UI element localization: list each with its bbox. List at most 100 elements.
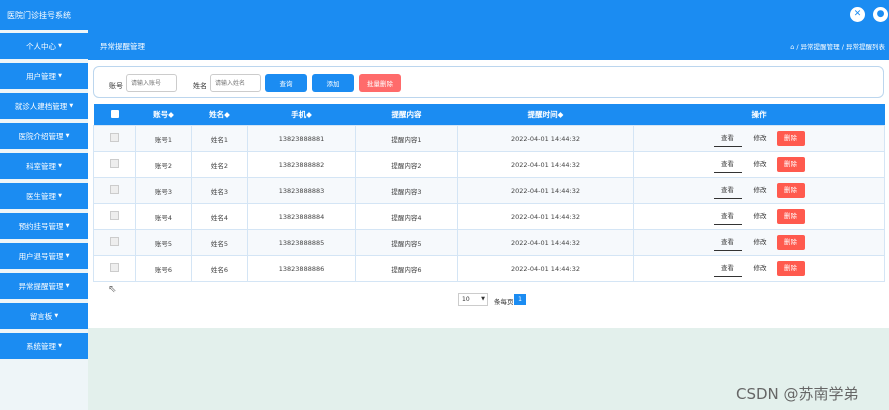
column-header-actions: 操作 xyxy=(633,104,885,126)
sidebar-item-label: 用户管理 xyxy=(26,71,57,81)
view-button[interactable]: 查看 xyxy=(713,209,742,225)
table-row: 账号5 姓名5 13823888885 提醒内容5 2022-04-01 14:… xyxy=(93,229,885,256)
view-button[interactable]: 查看 xyxy=(713,131,742,147)
sidebar-item-cancellation[interactable]: 用户退号管理 ▼ xyxy=(0,243,88,269)
name-cell: 姓名1 xyxy=(191,125,248,152)
sidebar-item-label: 医院介绍管理 xyxy=(18,131,64,141)
row-checkbox[interactable] xyxy=(110,263,119,272)
account-cell: 账号5 xyxy=(135,229,192,256)
content-cell: 提醒内容3 xyxy=(355,177,458,204)
sidebar-item-patient-records[interactable]: 就诊人建档管理 ▼ xyxy=(0,93,88,119)
view-button[interactable]: 查看 xyxy=(713,183,742,199)
delete-button[interactable]: 删除 xyxy=(776,261,805,276)
sidebar-item-alert-management[interactable]: 异常提醒管理 ▼ xyxy=(0,273,88,299)
select-all-checkbox[interactable] xyxy=(110,109,119,118)
sidebar-item-department[interactable]: 科室管理 ▼ xyxy=(0,153,88,179)
name-search-input[interactable] xyxy=(210,74,261,92)
sidebar-item-system[interactable]: 系统管理 ▼ xyxy=(0,333,88,359)
sidebar-item-label: 个人中心 xyxy=(26,41,57,51)
row-checkbox-cell xyxy=(93,229,136,256)
time-cell: 2022-04-01 14:44:32 xyxy=(457,255,634,282)
row-checkbox[interactable] xyxy=(110,133,119,142)
breadcrumb: ⌂ / 异常提醒管理 / 异常提醒列表 xyxy=(790,43,885,51)
page-number-current[interactable]: 1 xyxy=(514,294,526,305)
row-checkbox[interactable] xyxy=(110,211,119,220)
column-header-name[interactable]: 姓名◆ xyxy=(191,104,248,126)
sidebar-item-label: 异常提醒管理 xyxy=(18,281,64,291)
sidebar-item-hospital-intro[interactable]: 医院介绍管理 ▼ xyxy=(0,123,88,149)
edit-button[interactable]: 修改 xyxy=(750,261,771,276)
chevron-down-icon: ▼ xyxy=(65,253,70,259)
column-header-phone[interactable]: 手机◆ xyxy=(247,104,356,126)
delete-button[interactable]: 删除 xyxy=(776,157,805,172)
column-header-account[interactable]: 账号◆ xyxy=(135,104,192,126)
time-cell: 2022-04-01 14:44:32 xyxy=(457,125,634,152)
delete-button[interactable]: 删除 xyxy=(776,183,805,198)
edit-button[interactable]: 修改 xyxy=(750,183,771,198)
user-icon[interactable]: ● xyxy=(873,7,888,22)
page-size-select[interactable]: 10 ▼ xyxy=(458,293,488,306)
edit-button[interactable]: 修改 xyxy=(750,157,771,172)
account-cell: 账号1 xyxy=(135,125,192,152)
column-header-content: 提醒内容 xyxy=(355,104,458,126)
table-row: 账号2 姓名2 13823888882 提醒内容2 2022-04-01 14:… xyxy=(93,151,885,178)
sidebar-item-message-board[interactable]: 留言板 ▼ xyxy=(0,303,88,329)
sidebar-item-user-management[interactable]: 用户管理 ▼ xyxy=(0,63,88,89)
batch-delete-button[interactable]: 批量删除 xyxy=(359,74,401,92)
sidebar-item-appointment[interactable]: 预约挂号管理 ▼ xyxy=(0,213,88,239)
top-bar: 医院门诊挂号系统 ✕ ● xyxy=(0,0,889,30)
row-checkbox-cell xyxy=(93,151,136,178)
name-cell: 姓名4 xyxy=(191,203,248,230)
name-cell: 姓名2 xyxy=(191,151,248,178)
chevron-down-icon: ▼ xyxy=(58,193,62,199)
account-label: 账号 xyxy=(109,82,123,90)
account-search-input[interactable] xyxy=(126,74,177,92)
name-cell: 姓名5 xyxy=(191,229,248,256)
sidebar-item-label: 医生管理 xyxy=(26,191,57,201)
page-size-value: 10 xyxy=(462,296,470,303)
actions-cell: 查看 修改 删除 xyxy=(633,177,885,204)
row-checkbox[interactable] xyxy=(110,159,119,168)
time-cell: 2022-04-01 14:44:32 xyxy=(457,203,634,230)
phone-cell: 13823888885 xyxy=(247,229,356,256)
sidebar-item-label: 系统管理 xyxy=(26,341,57,351)
row-checkbox[interactable] xyxy=(110,237,119,246)
chevron-down-icon: ▼ xyxy=(58,73,62,79)
phone-cell: 13823888884 xyxy=(247,203,356,230)
table-row: 账号4 姓名4 13823888884 提醒内容4 2022-04-01 14:… xyxy=(93,203,885,230)
view-button[interactable]: 查看 xyxy=(713,261,742,277)
sidebar-item-personal-center[interactable]: 个人中心 ▼ xyxy=(0,33,88,59)
account-cell: 账号2 xyxy=(135,151,192,178)
chevron-down-icon: ▼ xyxy=(54,313,59,319)
query-button[interactable]: 查询 xyxy=(265,74,307,92)
mouse-cursor-icon: ⇖ xyxy=(108,284,117,295)
view-button[interactable]: 查看 xyxy=(713,235,742,251)
content-cell: 提醒内容6 xyxy=(355,255,458,282)
table-row: 账号1 姓名1 13823888881 提醒内容1 2022-04-01 14:… xyxy=(93,125,885,152)
close-icon[interactable]: ✕ xyxy=(850,7,865,22)
content-cell: 提醒内容2 xyxy=(355,151,458,178)
column-header-time[interactable]: 提醒时间◆ xyxy=(457,104,634,126)
row-checkbox-cell xyxy=(93,255,136,282)
view-button[interactable]: 查看 xyxy=(713,157,742,173)
sidebar-item-label: 就诊人建档管理 xyxy=(14,101,68,111)
edit-button[interactable]: 修改 xyxy=(750,235,771,250)
row-checkbox[interactable] xyxy=(110,185,119,194)
time-cell: 2022-04-01 14:44:32 xyxy=(457,229,634,256)
delete-button[interactable]: 删除 xyxy=(776,235,805,250)
sidebar-item-label: 用户退号管理 xyxy=(18,251,64,261)
edit-button[interactable]: 修改 xyxy=(750,131,771,146)
time-cell: 2022-04-01 14:44:32 xyxy=(457,151,634,178)
delete-button[interactable]: 删除 xyxy=(776,131,805,146)
sidebar-item-label: 科室管理 xyxy=(26,161,57,171)
add-button[interactable]: 添加 xyxy=(312,74,354,92)
row-checkbox-cell xyxy=(93,125,136,152)
content-cell: 提醒内容1 xyxy=(355,125,458,152)
content-cell: 提醒内容5 xyxy=(355,229,458,256)
edit-button[interactable]: 修改 xyxy=(750,209,771,224)
chevron-down-icon: ▼ xyxy=(69,103,74,109)
table-row: 账号3 姓名3 13823888883 提醒内容3 2022-04-01 14:… xyxy=(93,177,885,204)
sidebar-item-doctor[interactable]: 医生管理 ▼ xyxy=(0,183,88,209)
sidebar-item-label: 留言板 xyxy=(29,311,53,321)
delete-button[interactable]: 删除 xyxy=(776,209,805,224)
